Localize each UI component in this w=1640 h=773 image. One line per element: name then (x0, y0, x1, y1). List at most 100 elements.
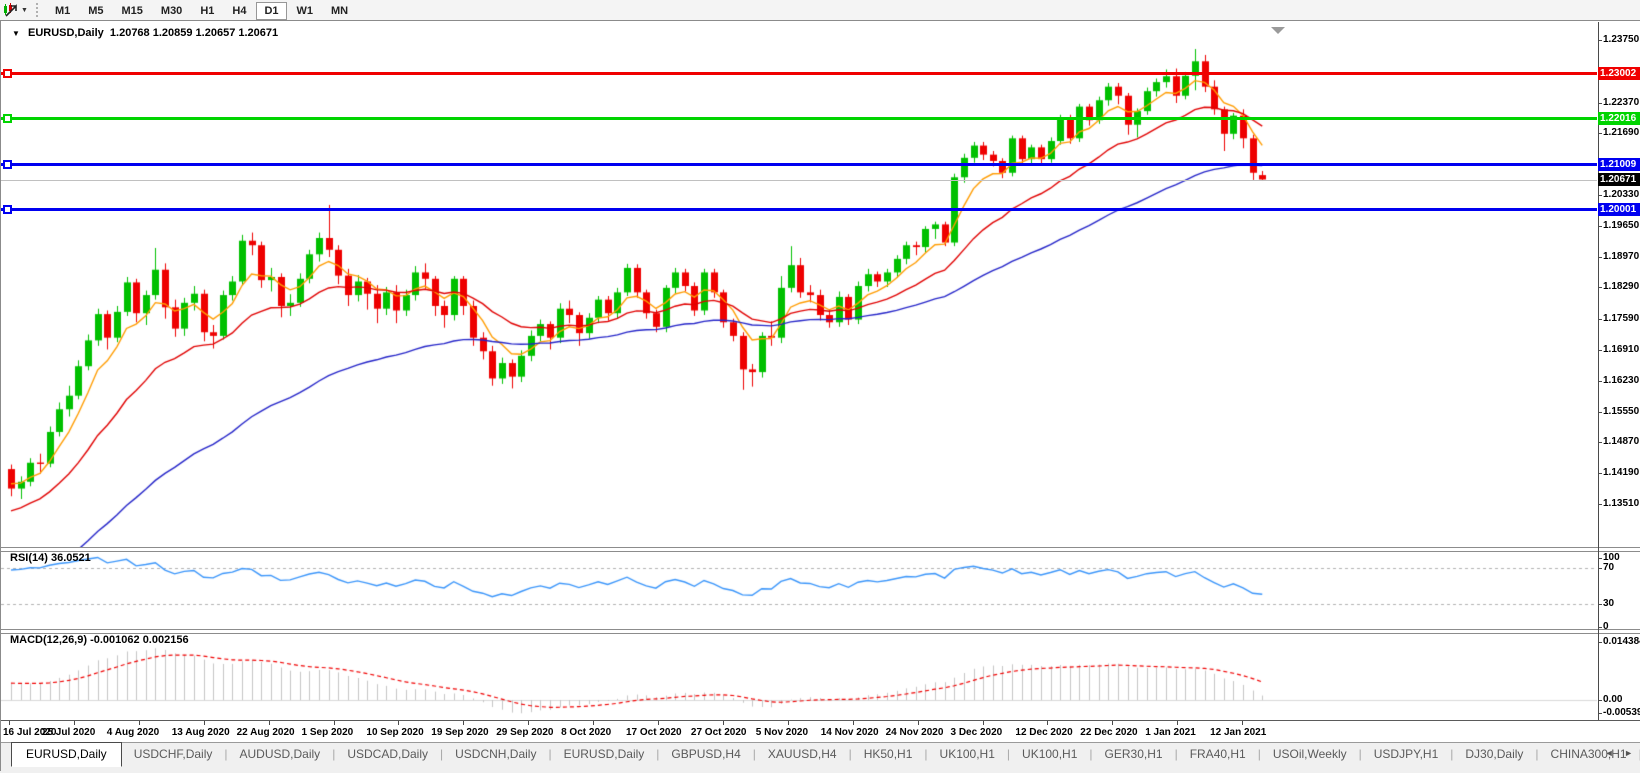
date-axis-label: 12 Jan 2021 (1210, 727, 1266, 738)
level-price-badge: 1.22016 (1598, 112, 1640, 125)
price-axis-label: 1.15550 (1603, 406, 1639, 417)
tab-scroll-right-icon[interactable]: ► (1624, 748, 1637, 758)
symbol-tab-fra40-h1[interactable]: FRA40,H1 (1178, 743, 1258, 766)
axis-tick (1598, 40, 1602, 41)
date-axis-tick (593, 721, 594, 725)
price-axis-label: 1.21690 (1603, 127, 1639, 138)
timeframe-button-m15[interactable]: M15 (114, 2, 151, 20)
axis-tick (1598, 568, 1602, 569)
symbol-tab-usdchf-daily[interactable]: USDCHF,Daily (122, 743, 225, 766)
price-axis-label: 1.22370 (1603, 97, 1639, 108)
axis-tick (1598, 226, 1602, 227)
axis-tick (1598, 642, 1602, 643)
date-axis-label: 29 Sep 2020 (496, 727, 553, 738)
date-axis-label: 25 Jul 2020 (42, 727, 95, 738)
date-axis-tick (1112, 721, 1113, 725)
price-axis-label: 1.16910 (1603, 344, 1639, 355)
date-axis-tick (528, 721, 529, 725)
current-price-line (1, 180, 1597, 181)
timeframe-button-d1[interactable]: D1 (256, 2, 286, 20)
symbol-tab-gbpusd-h4[interactable]: GBPUSD,H4 (659, 743, 752, 766)
symbol-tab-eurusd-daily[interactable]: EURUSD,Daily (11, 742, 122, 767)
symbol-tab-xauusd-h4[interactable]: XAUUSD,H4 (756, 743, 849, 766)
timeframe-button-m30[interactable]: M30 (153, 2, 190, 20)
line-anchor-icon[interactable] (3, 205, 12, 214)
symbol-tab-dj30-daily[interactable]: DJ30,Daily (1453, 743, 1535, 766)
date-axis-label: 1 Jan 2021 (1145, 727, 1196, 738)
chart-ohlc-values: 1.20768 1.20859 1.20657 1.20671 (110, 27, 278, 39)
panel-separator-rsi[interactable] (1, 547, 1640, 552)
symbol-tab-eurusd-daily[interactable]: EURUSD,Daily (552, 743, 657, 766)
symbol-tab-usoil-weekly[interactable]: USOil,Weekly (1261, 743, 1359, 766)
timeframe-button-h1[interactable]: H1 (192, 2, 222, 20)
date-axis-label: 3 Dec 2020 (951, 727, 1003, 738)
timeframe-button-m1[interactable]: M1 (47, 2, 78, 20)
level-line-122016[interactable] (1, 117, 1597, 120)
rsi-axis-label: 70 (1603, 562, 1614, 573)
trading-platform-window: ▼ M1M5M15M30H1H4D1W1MN ▼ EURUSD,Daily 1.… (0, 0, 1640, 771)
macd-indicator-label: MACD(12,26,9) -0.001062 0.002156 (10, 634, 189, 646)
date-axis-label: 22 Dec 2020 (1080, 727, 1137, 738)
collapse-caret-icon[interactable]: ▼ (12, 29, 20, 38)
level-line-121009[interactable] (1, 163, 1597, 166)
date-axis-tick (918, 721, 919, 725)
symbol-tab-usdcnh-daily[interactable]: USDCNH,Daily (443, 743, 548, 766)
axis-tick (1598, 713, 1602, 714)
chart-frame-bottom (1, 720, 1640, 721)
date-axis-tick (1047, 721, 1048, 725)
line-anchor-icon[interactable] (3, 114, 12, 123)
price-axis-label: 1.14870 (1603, 436, 1639, 447)
panel-separator-macd[interactable] (1, 629, 1640, 634)
date-axis-tick (9, 721, 10, 725)
date-axis-tick (1177, 721, 1178, 725)
price-chart-canvas[interactable] (1, 22, 1597, 547)
timeframe-toolbar: ▼ M1M5M15M30H1H4D1W1MN (0, 0, 1640, 21)
date-axis-tick (204, 721, 205, 725)
macd-chart-canvas[interactable] (1, 632, 1597, 720)
axis-tick (1598, 627, 1602, 628)
rsi-indicator-label: RSI(14) 36.0521 (10, 552, 91, 564)
timeframe-button-w1[interactable]: W1 (289, 2, 322, 20)
symbol-tab-audusd-daily[interactable]: AUDUSD,Daily (228, 743, 333, 766)
date-axis-label: 19 Sep 2020 (431, 727, 488, 738)
rsi-chart-canvas[interactable] (1, 550, 1597, 629)
timeframe-button-h4[interactable]: H4 (224, 2, 254, 20)
symbol-tab-uk100-h1[interactable]: UK100,H1 (1010, 743, 1089, 766)
line-anchor-icon[interactable] (3, 69, 12, 78)
date-axis-tick (788, 721, 789, 725)
date-axis-label: 5 Nov 2020 (756, 727, 808, 738)
chart-shift-marker-icon[interactable] (1271, 27, 1285, 34)
symbol-tab-usdjpy-h1[interactable]: USDJPY,H1 (1362, 743, 1450, 766)
symbol-tab-uk100-h1[interactable]: UK100,H1 (928, 743, 1007, 766)
date-axis-tick (463, 721, 464, 725)
symbol-tab-hk50-h1[interactable]: HK50,H1 (852, 743, 925, 766)
chart-window: ▼ EURUSD,Daily 1.20768 1.20859 1.20657 1… (0, 20, 1640, 771)
line-anchor-icon[interactable] (3, 160, 12, 169)
date-axis-tick (398, 721, 399, 725)
support-line-120001[interactable] (1, 208, 1597, 211)
timeframe-button-mn[interactable]: MN (323, 2, 356, 20)
level-price-badge: 1.23002 (1598, 67, 1640, 80)
chart-cursor-icon[interactable] (2, 2, 19, 18)
axis-tick (1598, 473, 1602, 474)
toolbar-grip[interactable] (36, 3, 38, 17)
rsi-axis-label: 0 (1603, 621, 1609, 632)
axis-tick (1598, 381, 1602, 382)
chart-title: ▼ EURUSD,Daily 1.20768 1.20859 1.20657 1… (10, 27, 278, 39)
symbol-tab-ger30-h1[interactable]: GER30,H1 (1093, 743, 1175, 766)
level-price-badge: 1.20001 (1598, 203, 1640, 216)
axis-tick (1598, 195, 1602, 196)
date-axis-label: 8 Oct 2020 (561, 727, 611, 738)
price-axis-label: 1.18290 (1603, 281, 1639, 292)
date-axis-label: 10 Sep 2020 (366, 727, 423, 738)
macd-axis-label: 0.014384 (1603, 636, 1640, 647)
timeframe-button-m5[interactable]: M5 (80, 2, 111, 20)
date-axis-label: 1 Sep 2020 (302, 727, 354, 738)
tab-scroll-left-icon[interactable]: ◄ (1605, 748, 1618, 758)
tool-dropdown-caret[interactable]: ▼ (21, 7, 28, 14)
resistance-line-123002[interactable] (1, 72, 1597, 75)
price-axis-label: 1.18970 (1603, 251, 1639, 262)
symbol-tab-usdcad-daily[interactable]: USDCAD,Daily (335, 743, 440, 766)
axis-tick (1598, 604, 1602, 605)
macd-axis-label: 0.00 (1603, 694, 1622, 705)
